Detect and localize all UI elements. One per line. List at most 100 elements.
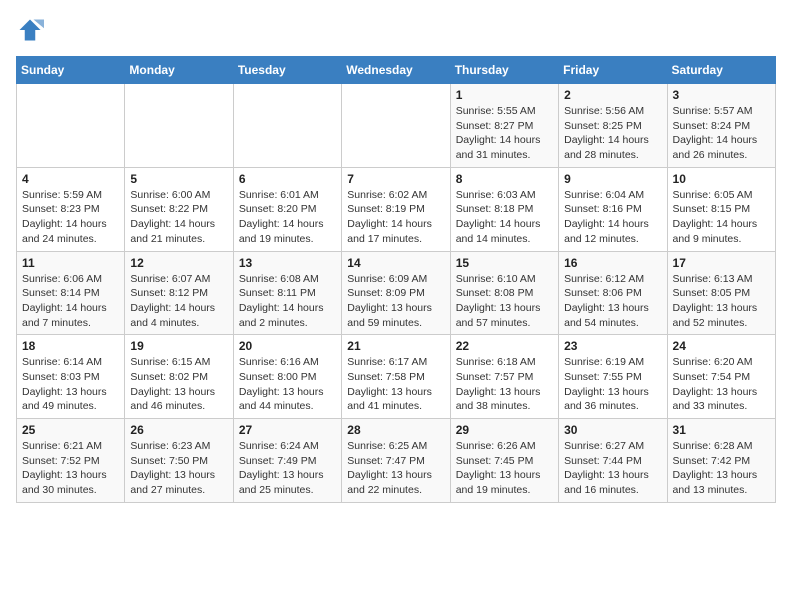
day-number: 21 xyxy=(347,339,444,353)
day-number: 20 xyxy=(239,339,336,353)
calendar-cell: 30 Sunrise: 6:27 AM Sunset: 7:44 PM Dayli… xyxy=(559,419,667,503)
calendar-cell: 9 Sunrise: 6:04 AM Sunset: 8:16 PM Daylig… xyxy=(559,167,667,251)
calendar-week-row: 11 Sunrise: 6:06 AM Sunset: 8:14 PM Dayli… xyxy=(17,251,776,335)
calendar-cell: 21 Sunrise: 6:17 AM Sunset: 7:58 PM Dayli… xyxy=(342,335,450,419)
calendar-cell: 3 Sunrise: 5:57 AM Sunset: 8:24 PM Daylig… xyxy=(667,84,775,168)
day-number: 6 xyxy=(239,172,336,186)
day-info: Sunrise: 6:01 AM Sunset: 8:20 PM Dayligh… xyxy=(239,188,336,247)
day-number: 7 xyxy=(347,172,444,186)
calendar-cell: 15Sunrise: 6:10 AM Sunset: 8:08 PM Dayli… xyxy=(450,251,558,335)
calendar-body: 1 Sunrise: 5:55 AM Sunset: 8:27 PM Daylig… xyxy=(17,84,776,503)
calendar-cell: 16 Sunrise: 6:12 AM Sunset: 8:06 PM Dayli… xyxy=(559,251,667,335)
day-number: 19 xyxy=(130,339,227,353)
day-of-week-header: Saturday xyxy=(667,57,775,84)
calendar-cell: 17 Sunrise: 6:13 AM Sunset: 8:05 PM Dayli… xyxy=(667,251,775,335)
day-of-week-header: Sunday xyxy=(17,57,125,84)
day-info: Sunrise: 6:23 AM Sunset: 7:50 PM Dayligh… xyxy=(130,439,227,498)
day-number: 17 xyxy=(673,256,770,270)
day-info: Sunrise: 6:14 AM Sunset: 8:03 PM Dayligh… xyxy=(22,355,119,414)
day-of-week-header: Friday xyxy=(559,57,667,84)
calendar-cell: 5Sunrise: 6:00 AM Sunset: 8:22 PM Daylig… xyxy=(125,167,233,251)
day-number: 10 xyxy=(673,172,770,186)
day-number: 12 xyxy=(130,256,227,270)
calendar-cell: 25Sunrise: 6:21 AM Sunset: 7:52 PM Dayli… xyxy=(17,419,125,503)
day-number: 1 xyxy=(456,88,553,102)
day-info: Sunrise: 6:19 AM Sunset: 7:55 PM Dayligh… xyxy=(564,355,661,414)
calendar-header: SundayMondayTuesdayWednesdayThursdayFrid… xyxy=(17,57,776,84)
day-of-week-header: Thursday xyxy=(450,57,558,84)
day-of-week-header: Monday xyxy=(125,57,233,84)
calendar-cell: 10Sunrise: 6:05 AM Sunset: 8:15 PM Dayli… xyxy=(667,167,775,251)
day-of-week-header: Tuesday xyxy=(233,57,341,84)
day-number: 16 xyxy=(564,256,661,270)
day-info: Sunrise: 6:26 AM Sunset: 7:45 PM Dayligh… xyxy=(456,439,553,498)
calendar-cell: 23Sunrise: 6:19 AM Sunset: 7:55 PM Dayli… xyxy=(559,335,667,419)
calendar-cell: 7Sunrise: 6:02 AM Sunset: 8:19 PM Daylig… xyxy=(342,167,450,251)
day-info: Sunrise: 6:00 AM Sunset: 8:22 PM Dayligh… xyxy=(130,188,227,247)
day-info: Sunrise: 6:09 AM Sunset: 8:09 PM Dayligh… xyxy=(347,272,444,331)
day-number: 11 xyxy=(22,256,119,270)
day-number: 4 xyxy=(22,172,119,186)
calendar-cell: 24 Sunrise: 6:20 AM Sunset: 7:54 PM Dayli… xyxy=(667,335,775,419)
day-info: Sunrise: 6:03 AM Sunset: 8:18 PM Dayligh… xyxy=(456,188,553,247)
day-info: Sunrise: 6:06 AM Sunset: 8:14 PM Dayligh… xyxy=(22,272,119,331)
day-info: Sunrise: 6:18 AM Sunset: 7:57 PM Dayligh… xyxy=(456,355,553,414)
calendar-cell: 27Sunrise: 6:24 AM Sunset: 7:49 PM Dayli… xyxy=(233,419,341,503)
calendar-cell: 19 Sunrise: 6:15 AM Sunset: 8:02 PM Dayli… xyxy=(125,335,233,419)
day-info: Sunrise: 6:15 AM Sunset: 8:02 PM Dayligh… xyxy=(130,355,227,414)
day-number: 24 xyxy=(673,339,770,353)
day-info: Sunrise: 6:08 AM Sunset: 8:11 PM Dayligh… xyxy=(239,272,336,331)
day-number: 27 xyxy=(239,423,336,437)
calendar-cell: 13 Sunrise: 6:08 AM Sunset: 8:11 PM Dayli… xyxy=(233,251,341,335)
calendar-cell: 6 Sunrise: 6:01 AM Sunset: 8:20 PM Daylig… xyxy=(233,167,341,251)
day-number: 2 xyxy=(564,88,661,102)
day-info: Sunrise: 6:12 AM Sunset: 8:06 PM Dayligh… xyxy=(564,272,661,331)
day-info: Sunrise: 6:13 AM Sunset: 8:05 PM Dayligh… xyxy=(673,272,770,331)
calendar-cell: 12 Sunrise: 6:07 AM Sunset: 8:12 PM Dayli… xyxy=(125,251,233,335)
calendar-cell: 20 Sunrise: 6:16 AM Sunset: 8:00 PM Dayli… xyxy=(233,335,341,419)
calendar-cell: 4 Sunrise: 5:59 AM Sunset: 8:23 PM Daylig… xyxy=(17,167,125,251)
calendar-cell: 2 Sunrise: 5:56 AM Sunset: 8:25 PM Daylig… xyxy=(559,84,667,168)
calendar-week-row: 18 Sunrise: 6:14 AM Sunset: 8:03 PM Dayli… xyxy=(17,335,776,419)
day-number: 9 xyxy=(564,172,661,186)
day-info: Sunrise: 6:27 AM Sunset: 7:44 PM Dayligh… xyxy=(564,439,661,498)
day-number: 31 xyxy=(673,423,770,437)
header-row: SundayMondayTuesdayWednesdayThursdayFrid… xyxy=(17,57,776,84)
day-info: Sunrise: 6:10 AM Sunset: 8:08 PM Dayligh… xyxy=(456,272,553,331)
calendar-cell: 22 Sunrise: 6:18 AM Sunset: 7:57 PM Dayli… xyxy=(450,335,558,419)
day-number: 22 xyxy=(456,339,553,353)
day-info: Sunrise: 6:21 AM Sunset: 7:52 PM Dayligh… xyxy=(22,439,119,498)
day-info: Sunrise: 5:55 AM Sunset: 8:27 PM Dayligh… xyxy=(456,104,553,163)
calendar-cell xyxy=(17,84,125,168)
day-info: Sunrise: 5:56 AM Sunset: 8:25 PM Dayligh… xyxy=(564,104,661,163)
day-info: Sunrise: 6:16 AM Sunset: 8:00 PM Dayligh… xyxy=(239,355,336,414)
day-of-week-header: Wednesday xyxy=(342,57,450,84)
calendar-cell: 29Sunrise: 6:26 AM Sunset: 7:45 PM Dayli… xyxy=(450,419,558,503)
day-info: Sunrise: 6:28 AM Sunset: 7:42 PM Dayligh… xyxy=(673,439,770,498)
calendar-week-row: 4 Sunrise: 5:59 AM Sunset: 8:23 PM Daylig… xyxy=(17,167,776,251)
calendar-cell: 1 Sunrise: 5:55 AM Sunset: 8:27 PM Daylig… xyxy=(450,84,558,168)
day-info: Sunrise: 6:07 AM Sunset: 8:12 PM Dayligh… xyxy=(130,272,227,331)
day-number: 8 xyxy=(456,172,553,186)
day-info: Sunrise: 6:04 AM Sunset: 8:16 PM Dayligh… xyxy=(564,188,661,247)
day-number: 30 xyxy=(564,423,661,437)
page-header xyxy=(16,16,776,44)
day-info: Sunrise: 6:20 AM Sunset: 7:54 PM Dayligh… xyxy=(673,355,770,414)
day-number: 13 xyxy=(239,256,336,270)
day-info: Sunrise: 6:25 AM Sunset: 7:47 PM Dayligh… xyxy=(347,439,444,498)
calendar-cell: 11 Sunrise: 6:06 AM Sunset: 8:14 PM Dayli… xyxy=(17,251,125,335)
day-info: Sunrise: 5:59 AM Sunset: 8:23 PM Dayligh… xyxy=(22,188,119,247)
day-number: 26 xyxy=(130,423,227,437)
day-number: 14 xyxy=(347,256,444,270)
day-info: Sunrise: 6:17 AM Sunset: 7:58 PM Dayligh… xyxy=(347,355,444,414)
calendar-cell: 8 Sunrise: 6:03 AM Sunset: 8:18 PM Daylig… xyxy=(450,167,558,251)
calendar-week-row: 1 Sunrise: 5:55 AM Sunset: 8:27 PM Daylig… xyxy=(17,84,776,168)
day-number: 18 xyxy=(22,339,119,353)
calendar-cell: 18 Sunrise: 6:14 AM Sunset: 8:03 PM Dayli… xyxy=(17,335,125,419)
day-number: 3 xyxy=(673,88,770,102)
day-number: 28 xyxy=(347,423,444,437)
calendar-cell: 31 Sunrise: 6:28 AM Sunset: 7:42 PM Dayli… xyxy=(667,419,775,503)
calendar-week-row: 25Sunrise: 6:21 AM Sunset: 7:52 PM Dayli… xyxy=(17,419,776,503)
logo xyxy=(16,16,48,44)
day-info: Sunrise: 5:57 AM Sunset: 8:24 PM Dayligh… xyxy=(673,104,770,163)
